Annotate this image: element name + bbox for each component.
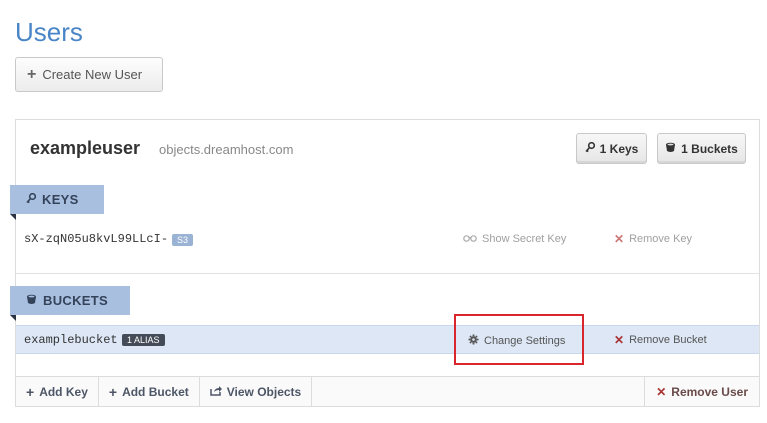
remove-bucket-label: Remove Bucket — [629, 334, 707, 346]
remove-bucket-link[interactable]: ✕ Remove Bucket — [614, 334, 707, 346]
buckets-section-label: BUCKETS — [43, 293, 108, 308]
share-icon — [210, 385, 222, 399]
key-icon — [585, 141, 595, 156]
buckets-count-label: 1 Buckets — [681, 141, 738, 156]
close-icon: ✕ — [656, 384, 667, 399]
gear-icon — [468, 334, 479, 348]
bucket-row[interactable]: examplebucket 1 ALIAS Change Settings ✕ … — [16, 325, 759, 354]
close-icon: ✕ — [614, 333, 625, 347]
user-panel: exampleuser objects.dreamhost.com 1 Keys… — [10, 119, 760, 407]
keys-section-label: KEYS — [42, 192, 79, 207]
bucket-icon — [665, 142, 676, 156]
add-bucket-label: Add Bucket — [122, 384, 189, 399]
remove-user-label: Remove User — [671, 384, 748, 399]
remove-user-button[interactable]: ✕ Remove User — [644, 377, 759, 406]
keys-count-button[interactable]: 1 Keys — [576, 133, 647, 164]
add-key-label: Add Key — [39, 384, 88, 399]
user-name: exampleuser — [30, 138, 141, 158]
access-key-text: sX-zqN05u8kvL99LLcI- — [24, 232, 169, 246]
key-icon — [26, 192, 37, 207]
bucket-name: examplebucket — [24, 333, 118, 347]
plus-icon: + — [108, 383, 118, 400]
add-key-button[interactable]: + Add Key — [16, 377, 99, 406]
remove-key-label: Remove Key — [629, 233, 693, 245]
panel-footer: + Add Key + Add Bucket View Objects ✕ Re… — [16, 376, 759, 406]
alias-badge: 1 ALIAS — [122, 334, 165, 346]
glasses-icon — [463, 233, 477, 245]
key-row: sX-zqN05u8kvL99LLcI- S3 Show Secret Key … — [16, 224, 759, 254]
key-type-badge: S3 — [172, 234, 194, 246]
buckets-count-button[interactable]: 1 Buckets — [657, 133, 746, 164]
add-bucket-button[interactable]: + Add Bucket — [99, 377, 200, 406]
view-objects-label: View Objects — [226, 384, 302, 399]
create-new-user-button[interactable]: + Create New User — [15, 57, 163, 92]
plus-icon: + — [27, 65, 37, 83]
change-settings-link[interactable]: Change Settings — [468, 334, 565, 348]
buckets-section-header: BUCKETS — [10, 286, 130, 321]
section-divider — [16, 273, 759, 274]
create-new-user-label: Create New User — [42, 67, 143, 82]
user-host: objects.dreamhost.com — [159, 142, 294, 157]
keys-count-label: 1 Keys — [599, 141, 639, 156]
show-secret-key-link[interactable]: Show Secret Key — [463, 233, 566, 245]
keys-section-header: KEYS — [10, 185, 104, 220]
bucket-icon — [26, 293, 37, 308]
page-title: Users — [15, 17, 83, 47]
close-icon: ✕ — [614, 232, 625, 246]
change-settings-label: Change Settings — [484, 335, 566, 347]
remove-key-link[interactable]: ✕ Remove Key — [614, 233, 692, 245]
show-secret-key-label: Show Secret Key — [482, 233, 567, 245]
plus-icon: + — [26, 383, 35, 400]
view-objects-button[interactable]: View Objects — [200, 377, 313, 406]
